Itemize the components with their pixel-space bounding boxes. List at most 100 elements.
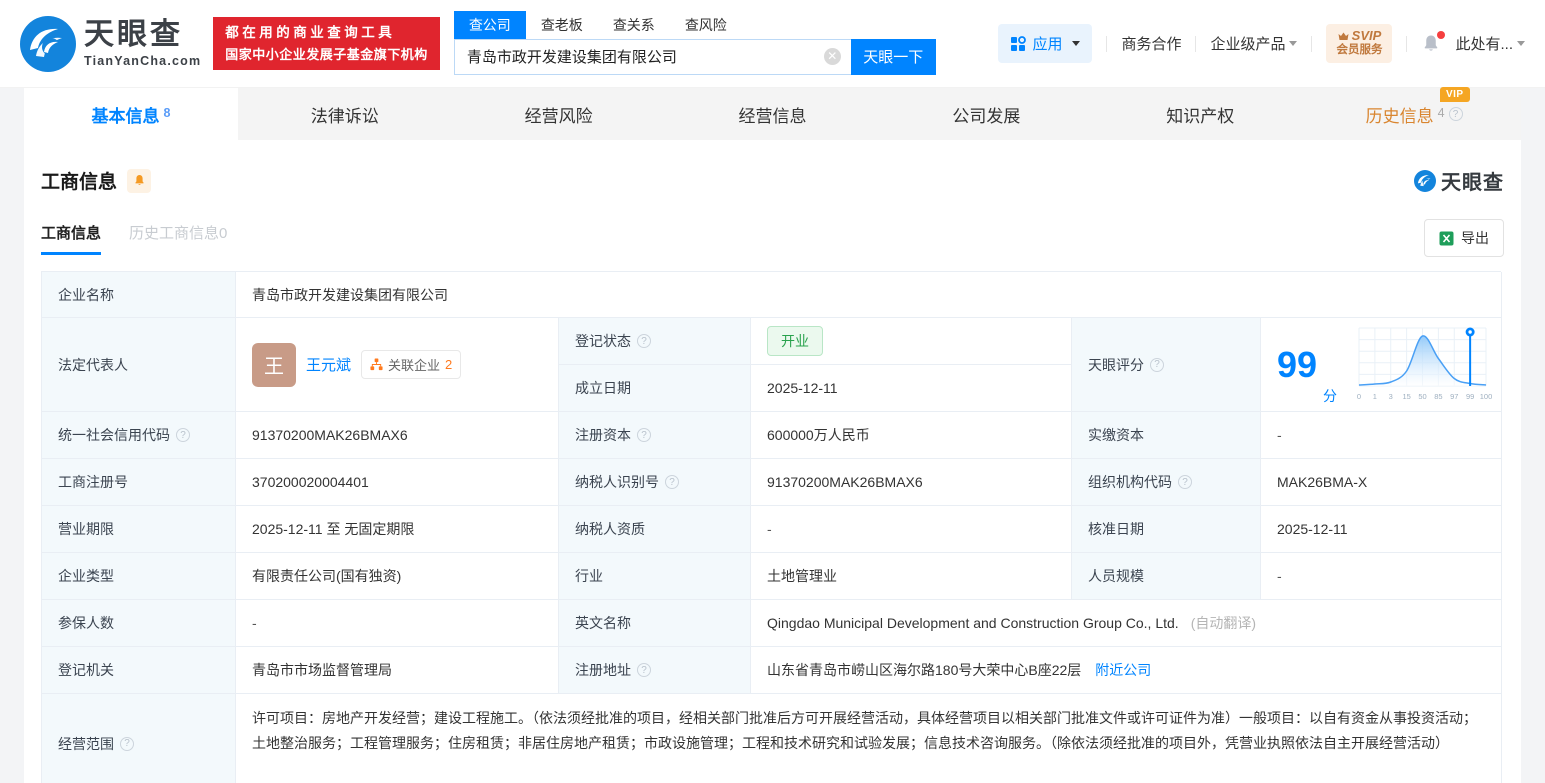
- search-tab-company[interactable]: 查公司: [453, 10, 526, 39]
- search-tab-relation[interactable]: 查关系: [598, 11, 670, 39]
- tianyancha-logo[interactable]: 天眼查 TianYanCha.com: [20, 15, 201, 72]
- search-input-box: ✕: [453, 38, 851, 75]
- chevron-down-icon: [1289, 41, 1298, 46]
- divider: [1311, 35, 1313, 52]
- help-icon[interactable]: ?: [665, 475, 679, 489]
- subtab-history-business-info[interactable]: 历史工商信息0: [129, 222, 227, 255]
- status-badge: 开业: [767, 326, 823, 356]
- svg-text:85: 85: [1434, 392, 1442, 401]
- top-header: 天眼查 TianYanCha.com 都在用的商业查询工具 国家中小企业发展子基…: [0, 0, 1545, 88]
- tab-history-count: 4: [1437, 106, 1445, 120]
- tab-business-info[interactable]: 经营信息: [666, 88, 880, 140]
- apps-label: 应用: [1032, 36, 1063, 53]
- paid-capital-label: 实缴资本: [1072, 412, 1261, 459]
- svg-text:50: 50: [1418, 392, 1426, 401]
- promo-banner: 都在用的商业查询工具 国家中小企业发展子基金旗下机构: [213, 17, 440, 70]
- legal-rep-cell: 王 王元斌 关联企业 2: [236, 318, 559, 412]
- nav-business-coop[interactable]: 商务合作: [1121, 33, 1181, 54]
- english-name-label: 英文名称: [559, 600, 751, 647]
- search-input[interactable]: [466, 48, 824, 65]
- user-menu[interactable]: 此处有...: [1455, 33, 1525, 54]
- approval-date-value: 2025-12-11: [1261, 506, 1502, 553]
- english-name-value: Qingdao Municipal Development and Constr…: [751, 600, 1502, 647]
- taxpayer-qual-label: 纳税人资质: [559, 506, 751, 553]
- excel-icon: [1439, 231, 1454, 245]
- help-icon[interactable]: ?: [176, 428, 190, 442]
- company-type-label: 企业类型: [42, 553, 236, 600]
- tianyancha-logo-icon: [20, 15, 76, 72]
- notification-dot: [1437, 30, 1446, 39]
- reg-address-label: 注册地址?: [559, 647, 751, 694]
- company-name-value: 青岛市政开发建设集团有限公司: [236, 272, 1502, 318]
- reg-authority-value: 青岛市市场监督管理局: [236, 647, 559, 694]
- tab-legal[interactable]: 法律诉讼: [238, 88, 452, 140]
- app-grid-icon: [1011, 35, 1027, 51]
- tab-intellectual-property[interactable]: 知识产权: [1093, 88, 1307, 140]
- score-value: 99: [1277, 343, 1318, 385]
- svg-text:15: 15: [1402, 392, 1410, 401]
- legal-rep-avatar[interactable]: 王: [252, 342, 296, 387]
- org-code-value: MAK26BMA-X: [1261, 459, 1502, 506]
- taxpayer-id-label: 纳税人识别号?: [559, 459, 751, 506]
- business-scope-label: 经营范围?: [42, 694, 236, 783]
- search-tab-boss[interactable]: 查老板: [526, 11, 598, 39]
- paid-capital-value: -: [1261, 412, 1502, 459]
- notifications-button[interactable]: [1421, 30, 1446, 54]
- score-distribution-chart[interactable]: 0 1 3 15 50 85 97 99 100: [1353, 324, 1493, 406]
- apps-menu-button[interactable]: 应用: [998, 24, 1093, 63]
- tab-operation-risk[interactable]: 经营风险: [452, 88, 666, 140]
- nearby-companies-link[interactable]: 附近公司: [1095, 660, 1151, 680]
- svg-text:1: 1: [1373, 392, 1377, 401]
- nav-enterprise-products[interactable]: 企业级产品: [1210, 33, 1298, 54]
- business-scope-value: 许可项目：房地产开发经营；建设工程施工。（依法须经批准的项目，经相关部门批准后方…: [236, 694, 1502, 783]
- tab-basic-info[interactable]: 基本信息 8: [24, 88, 238, 140]
- score-unit: 分: [1323, 388, 1338, 404]
- tab-company-development[interactable]: 公司发展: [879, 88, 1093, 140]
- clear-search-icon[interactable]: ✕: [823, 48, 841, 65]
- auto-translate-note: (自动翻译): [1190, 615, 1257, 631]
- svg-text:97: 97: [1450, 392, 1458, 401]
- svip-member-button[interactable]: SVIP 会员服务: [1326, 24, 1393, 63]
- monitor-bell-button[interactable]: [127, 168, 152, 193]
- subtab-business-info[interactable]: 工商信息: [41, 222, 102, 255]
- help-icon[interactable]: ?: [637, 428, 651, 442]
- brand-name: 天眼查: [84, 17, 183, 51]
- svg-text:100: 100: [1480, 392, 1493, 401]
- search-area: 查公司 查老板 查关系 查风险 ✕ 天眼一下: [453, 10, 936, 75]
- score-cell: 99 分 0 1 3 15 50 85 97 99 100: [1261, 318, 1502, 412]
- reg-no-label: 工商注册号: [42, 459, 236, 506]
- divider: [1106, 35, 1108, 52]
- related-companies-badge[interactable]: 关联企业 2: [361, 350, 462, 379]
- reg-no-value: 370200020004401: [236, 459, 559, 506]
- reg-capital-label: 注册资本?: [559, 412, 751, 459]
- taxpayer-id-value: 91370200MAK26BMAX6: [751, 459, 1072, 506]
- help-icon[interactable]: ?: [1150, 357, 1164, 372]
- taxpayer-qual-value: -: [751, 506, 1072, 553]
- svg-text:99: 99: [1466, 392, 1474, 401]
- search-tab-risk[interactable]: 查风险: [670, 11, 742, 39]
- company-name-label: 企业名称: [42, 272, 236, 318]
- tab-history-info[interactable]: 历史信息 VIP 4 ?: [1307, 86, 1521, 140]
- legal-rep-name-link[interactable]: 王元斌: [306, 354, 351, 375]
- help-icon[interactable]: ?: [637, 663, 651, 677]
- promo-line2: 国家中小企业发展子基金旗下机构: [225, 46, 428, 62]
- help-icon[interactable]: ?: [120, 736, 134, 751]
- score-label: 天眼评分?: [1072, 318, 1261, 412]
- divider: [1195, 35, 1197, 52]
- approval-date-label: 核准日期: [1072, 506, 1261, 553]
- business-info-table: 企业名称 青岛市政开发建设集团有限公司 法定代表人 王 王元斌 关联企业 2 登…: [41, 271, 1502, 783]
- reg-status-label: 登记状态?: [559, 318, 751, 365]
- help-icon[interactable]: ?: [1448, 107, 1463, 121]
- search-button[interactable]: 天眼一下: [850, 38, 936, 75]
- watermark-text: 天眼查: [1441, 172, 1504, 194]
- establish-date-label: 成立日期: [559, 365, 751, 412]
- bell-icon: [134, 174, 144, 185]
- search-tabs: 查公司 查老板 查关系 查风险: [453, 10, 936, 39]
- staff-size-label: 人员规模: [1072, 553, 1261, 600]
- help-icon[interactable]: ?: [637, 334, 651, 348]
- company-tabbar: 基本信息 8 法律诉讼 经营风险 经营信息 公司发展 知识产权 历史信息 VIP…: [24, 86, 1521, 140]
- export-button[interactable]: 导出: [1424, 219, 1504, 257]
- help-icon[interactable]: ?: [1178, 475, 1192, 489]
- insured-count-label: 参保人数: [42, 600, 236, 647]
- establish-date-value: 2025-12-11: [751, 365, 1072, 412]
